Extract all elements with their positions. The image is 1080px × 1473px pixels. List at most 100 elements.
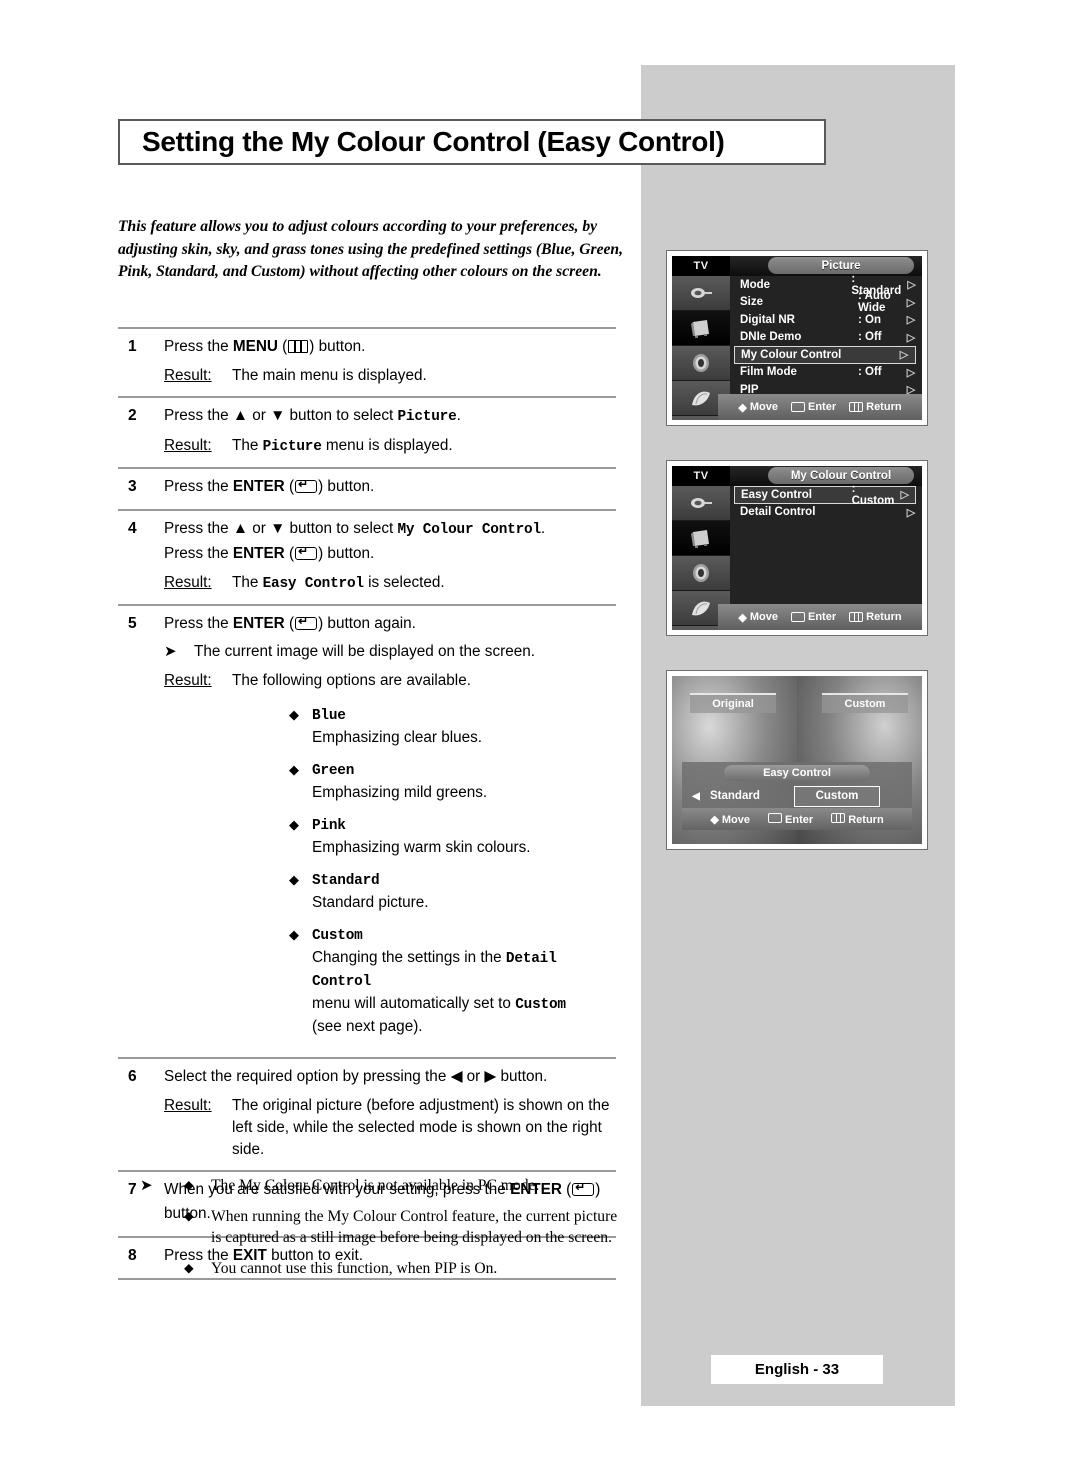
step-text-post: button. — [323, 478, 375, 495]
selected-option-box[interactable]: Custom — [794, 785, 880, 807]
osd-row-label: Digital NR — [740, 313, 795, 326]
osd-help-move: ◆ Move — [738, 611, 778, 624]
enter-button-label: ENTER — [232, 615, 285, 632]
left-right-arrow-icon: ◆ — [710, 813, 719, 826]
hand-icon — [692, 391, 710, 406]
osd-screenshot-easy-control-preview: Original Custom Easy Control ◀ Standard … — [666, 670, 928, 850]
step-text: Press the ▲ or ▼ button to select — [164, 520, 398, 537]
note-1: ➤ ◆ The My Colour Control is not availab… — [140, 1175, 620, 1197]
sidebar-icon-input[interactable] — [672, 486, 730, 521]
option-desc-part3: (see next page). — [312, 1018, 423, 1035]
osd-help-bar: ◆ Move Enter Return — [718, 394, 922, 420]
sidebar-icon-input[interactable] — [672, 276, 730, 311]
footer-page-box: English - 33 — [711, 1355, 883, 1384]
osd-help-enter-label: Enter — [808, 611, 837, 623]
diamond-bullet-icon: ◆ — [289, 817, 299, 832]
osd-help-return-label: Return — [866, 401, 902, 413]
diamond-bullet-icon: ◆ — [289, 872, 299, 887]
sidebar-icon-picture[interactable] — [672, 311, 730, 346]
popup-help-return-label: Return — [848, 813, 884, 826]
popup-help-bar: ◆ Move Enter Return — [682, 808, 912, 830]
option-list: ◆ Blue Emphasizing clear blues. ◆ Green … — [164, 704, 616, 1037]
option-desc-part1: Changing the settings in the — [312, 949, 506, 966]
step-text: Press the — [164, 615, 233, 632]
diamond-bullet-icon: ◆ — [289, 927, 299, 942]
page-title-box: Setting the My Colour Control (Easy Cont… — [118, 119, 826, 165]
osd-row-value: : Off — [858, 366, 882, 379]
result-text: The following options are available. — [232, 672, 471, 689]
osd-row-detail-control[interactable]: Detail Control ▷ — [730, 504, 922, 522]
osd-row-label: Film Mode — [740, 366, 797, 379]
step-number: 6 — [128, 1068, 137, 1085]
osd-row-value: : On — [858, 313, 881, 326]
popup-help-enter: Enter — [767, 812, 813, 826]
osd-row-label: Mode — [740, 278, 771, 291]
menu-key-icon — [849, 402, 864, 412]
sidebar-icon-sound[interactable] — [672, 556, 730, 591]
result-label: Result: — [164, 367, 212, 384]
picture-menu-name: Picture — [262, 439, 322, 455]
step-text-2: Press the — [164, 545, 233, 562]
result-label: Result: — [164, 672, 212, 689]
osd-row-label: DNIe Demo — [740, 331, 802, 344]
chevron-right-icon: ▷ — [900, 489, 909, 502]
sidebar-icon-picture[interactable] — [672, 521, 730, 556]
osd-row-dnie-demo[interactable]: DNIe Demo : Off ▷ — [730, 329, 922, 347]
osd-row-size[interactable]: Size : Auto Wide ▷ — [730, 290, 922, 314]
diamond-bullet-icon: ◆ — [184, 1208, 194, 1223]
enter-key-icon — [767, 812, 782, 823]
osd-row-easy-control[interactable]: Easy Control : Custom ▷ — [734, 483, 916, 507]
osd-row-label: Easy Control — [741, 488, 812, 501]
osd-help-move-label: Move — [749, 611, 778, 623]
osd-row-film-mode[interactable]: Film Mode : Off ▷ — [730, 364, 922, 382]
arrow-bullet-icon: ➤ — [140, 1177, 153, 1194]
diamond-bullet-icon: ◆ — [289, 707, 299, 722]
step-note: The current image will be displayed on t… — [194, 643, 535, 660]
left-arrow-icon[interactable]: ◀ — [682, 791, 710, 802]
step-text: Press the — [164, 338, 233, 355]
chevron-right-icon: ▷ — [906, 331, 916, 344]
up-down-arrow-icon: ◆ — [738, 611, 747, 624]
note-spacer — [140, 1258, 184, 1280]
step-text: Select the required option by pressing t… — [164, 1068, 548, 1085]
preview-original-tag: Original — [690, 693, 776, 713]
enter-button-label: ENTER — [232, 545, 285, 562]
step-text-post: . — [540, 520, 546, 537]
osd-menu-rows: Mode : Standard ▷ Size : Auto Wide ▷ Dig… — [730, 273, 922, 396]
option-name: Custom — [312, 928, 363, 944]
note-2: ◆ When running the My Colour Control fea… — [140, 1206, 620, 1249]
option-name: Standard — [312, 873, 380, 889]
osd-row-value: : Off — [858, 331, 882, 344]
osd-screenshot-my-colour-control: TV My Colour Control Easy Control: Cust… — [666, 460, 928, 636]
osd-row-my-colour-control[interactable]: My Colour Control ▷ — [734, 346, 916, 364]
sidebar-icon-sound[interactable] — [672, 346, 730, 381]
step-6: 6 Select the required option by pressing… — [118, 1059, 616, 1170]
step-3: 3 Press the ENTER (↵) button. — [118, 469, 616, 509]
diamond-bullet-icon: ◆ — [184, 1178, 194, 1192]
chevron-right-icon: ▷ — [899, 349, 909, 362]
osd-row-digital-nr[interactable]: Digital NR : On ▷ — [730, 311, 922, 329]
diamond-bullet-icon: ◆ — [184, 1260, 194, 1275]
osd-help-bar: ◆ Move Enter Return — [718, 604, 922, 630]
step-4: 4 Press the ▲ or ▼ button to select My C… — [118, 511, 616, 604]
step-2: 2 Press the ▲ or ▼ button to select Pict… — [118, 398, 616, 467]
option-blue: ◆ Blue Emphasizing clear blues. — [289, 704, 616, 748]
option-description: Emphasizing warm skin colours. — [312, 839, 531, 856]
option-custom: ◆ Custom Changing the settings in the De… — [289, 924, 616, 1037]
previous-option-label[interactable]: Standard — [710, 790, 794, 802]
osd-help-enter: Enter — [791, 611, 836, 623]
menu-key-icon — [288, 340, 309, 353]
page-title: Setting the My Colour Control (Easy Cont… — [142, 126, 725, 157]
option-description: Standard picture. — [312, 894, 429, 911]
option-standard: ◆ Standard Standard picture. — [289, 869, 616, 913]
note-text: When running the My Colour Control featu… — [211, 1207, 618, 1247]
enter-key-icon: ↵ — [295, 478, 318, 493]
step-text-post: button. — [314, 338, 366, 355]
step-number: 2 — [128, 407, 137, 424]
popup-help-move: ◆ Move — [710, 813, 750, 826]
osd-help-enter-label: Enter — [808, 401, 837, 413]
enter-key-icon: ↵ — [295, 545, 318, 560]
step-text-post: button again. — [323, 615, 416, 632]
osd-menu-title: Picture — [768, 257, 914, 274]
result-label: Result: — [164, 1097, 212, 1114]
